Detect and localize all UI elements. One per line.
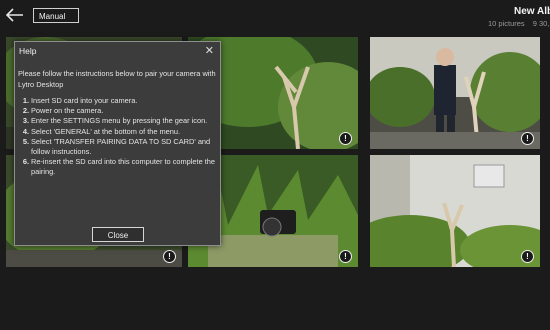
step-text: Select 'GENERAL' at the bottom of the me… (31, 126, 181, 136)
step-number: 4. (22, 126, 29, 136)
info-icon[interactable]: ! (521, 250, 534, 263)
steps-list: 1. Insert SD card into your camera. 2. Pow… (18, 96, 218, 178)
info-icon[interactable]: ! (339, 250, 352, 263)
info-icon[interactable]: ! (521, 132, 534, 145)
step-text: Enter the SETTINGS menu by pressing the … (31, 116, 208, 126)
back-arrow-icon (6, 8, 23, 22)
info-icon[interactable]: ! (163, 250, 176, 263)
step-number: 5. (22, 136, 29, 146)
step-item: 2. Power on the camera. (18, 106, 218, 116)
photo-image (370, 155, 540, 267)
album-title: New Album (514, 6, 550, 17)
album-date: 9 30, 2015 (532, 19, 550, 28)
step-number: 1. (22, 96, 29, 105)
close-button[interactable]: Close (92, 227, 144, 242)
back-button[interactable] (6, 8, 26, 26)
photo-thumbnail[interactable]: ! (370, 37, 540, 149)
step-item: 6. Re-insert the SD card into this comput… (18, 157, 218, 177)
picture-count: 10 pictures (488, 19, 525, 28)
step-number: 3. (22, 116, 29, 126)
photo-thumbnail[interactable]: ! (370, 155, 540, 267)
info-icon[interactable]: ! (339, 132, 352, 145)
step-text: Insert SD card into your camera. (31, 96, 138, 105)
photo-image (370, 37, 540, 149)
step-number: 2. (22, 106, 29, 116)
step-text: Power on the camera. (31, 106, 104, 116)
step-text: Re-insert the SD card into this computer… (31, 157, 216, 177)
close-icon[interactable]: ✕ (205, 44, 214, 57)
mode-dropdown[interactable]: Manual (33, 8, 79, 23)
step-item: 4. Select 'GENERAL' at the bottom of the … (18, 127, 218, 137)
step-item: 1. Insert SD card into your camera. (18, 96, 218, 106)
dialog-title: Help (19, 46, 37, 56)
help-dialog: Help ✕ Please follow the instructions be… (14, 41, 221, 246)
step-text: Select 'TRANSFER PAIRING DATA TO SD CARD… (31, 136, 211, 157)
step-item: 5. Select 'TRANSFER PAIRING DATA TO SD CA… (18, 137, 218, 157)
step-item: 3. Enter the SETTINGS menu by pressing th… (18, 116, 218, 126)
dialog-intro: Please follow the instructions below to … (18, 69, 216, 89)
album-meta: 10 pictures 9 30, 2015 (488, 19, 550, 28)
step-number: 6. (22, 157, 29, 167)
